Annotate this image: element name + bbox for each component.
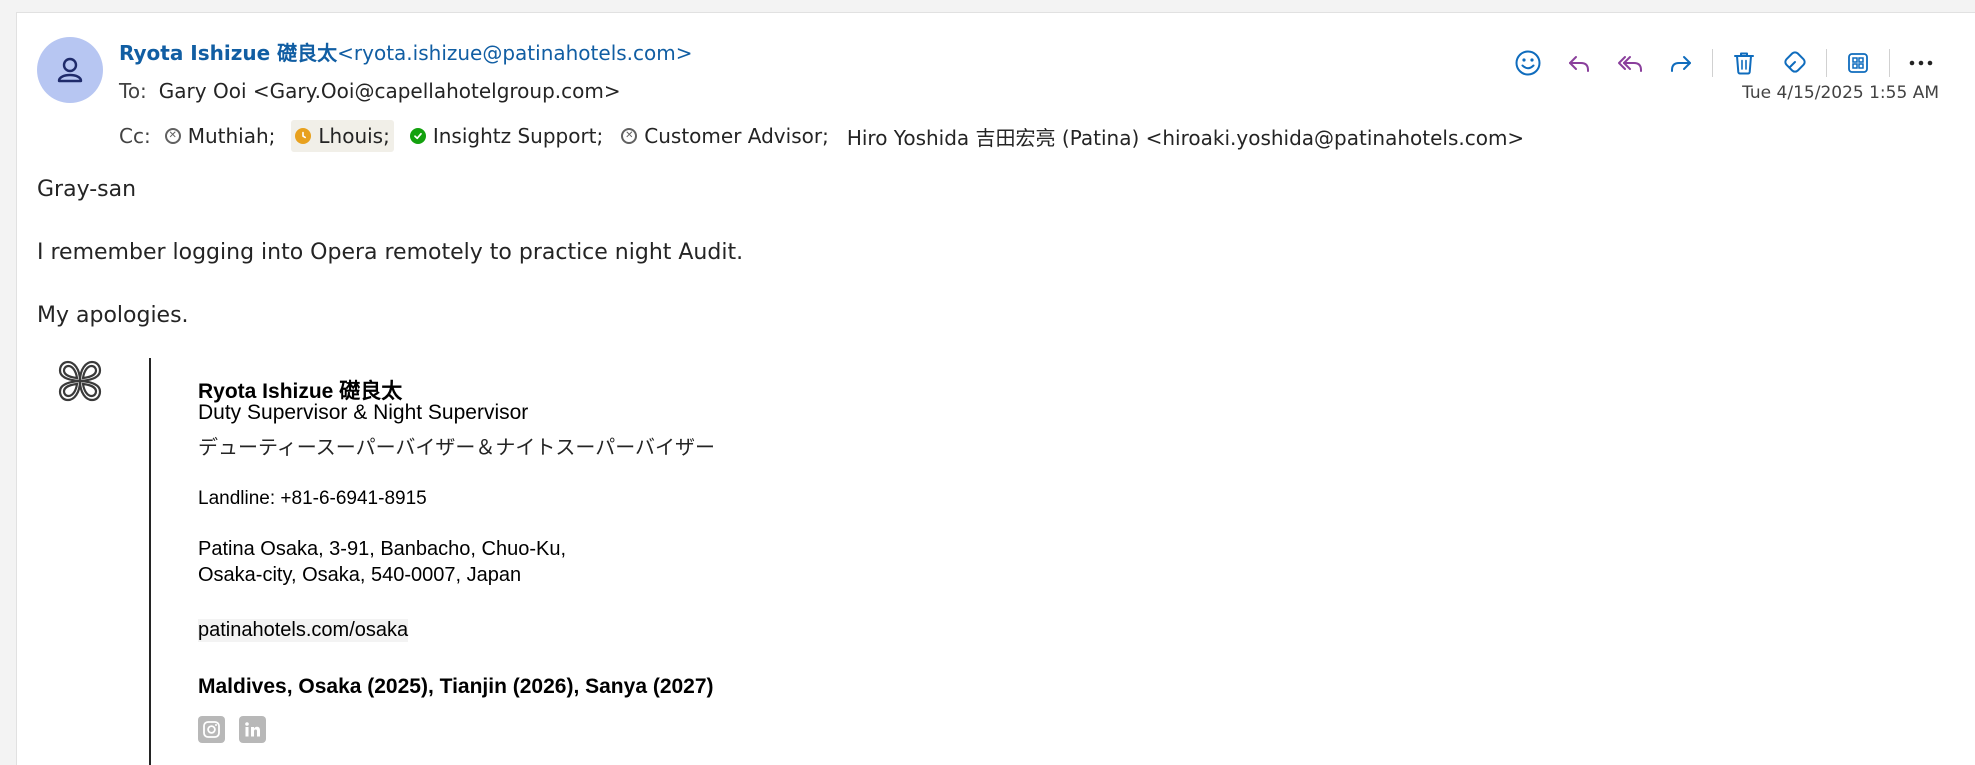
linkedin-link[interactable] [239,716,266,743]
body-greeting: Gray-san [37,177,137,202]
body-line: My apologies. [37,303,189,328]
forward-icon [1671,56,1691,72]
cc-recipient[interactable]: ✕ Customer Advisor; [619,120,831,152]
linkedin-icon [245,722,260,737]
signature-address-line2: Osaka-city, Osaka, 540-0007, Japan [198,564,522,586]
cc-label: Cc: [119,124,151,148]
presence-unknown-icon: ✕ [164,128,181,144]
presence-unknown-icon: ✕ [621,128,638,144]
toolbar-divider [1712,49,1713,77]
patina-logo [57,358,103,409]
reply-icon [1569,56,1589,72]
reply-all-icon [1618,56,1642,72]
signature-landline: Landline: +81-6-6941-8915 [198,488,427,509]
sensitivity-button[interactable] [1775,43,1815,83]
to-label: To: [119,79,147,103]
sender-avatar[interactable] [37,37,103,103]
cc-recipient[interactable]: Hiro Yoshida 吉田宏亮 (Patina) <hiroaki.yosh… [845,120,1526,152]
cc-recipient[interactable]: ✕ Muthiah; [163,120,278,152]
reply-button[interactable] [1559,43,1599,83]
signature-title: Duty Supervisor & Night Supervisor [198,401,529,424]
cc-recipient-name: Hiro Yoshida 吉田宏亮 (Patina) <hiroaki.yosh… [846,125,1525,150]
delete-icon [1734,52,1754,75]
cc-recipient-name: Muthiah; [187,124,276,148]
emoji-button[interactable] [1508,43,1548,83]
more-icon [1909,60,1933,66]
apps-icon [1848,53,1868,73]
presence-available-icon [409,128,426,144]
cc-recipient[interactable]: Lhouis; [291,120,394,152]
cc-recipient[interactable]: Insightz Support; [408,120,605,152]
sensitivity-icon [1784,51,1806,73]
delete-button[interactable] [1724,43,1764,83]
cc-recipient-name: Customer Advisor; [644,124,829,148]
to-recipient[interactable]: Gary Ooi <Gary.Ooi@capellahotelgroup.com… [159,79,621,103]
body-line: I remember logging into Opera remotely t… [37,240,744,265]
reading-pane: Ryota Ishizue 礎良太<ryota.ishizue@patinaho… [16,12,1975,765]
sender-name[interactable]: Ryota Ishizue 礎良太 [119,41,337,65]
message-toolbar [1497,43,1941,83]
signature-locations: Maldives, Osaka (2025), Tianjin (2026), … [198,675,714,698]
cc-line: Cc: ✕ Muthiah; Lhouis; Insightz Support;… [119,120,1540,152]
reply-all-button[interactable] [1610,43,1650,83]
signature-website-link[interactable]: patinahotels.com/osaka [198,619,409,642]
sender-line[interactable]: Ryota Ishizue 礎良太<ryota.ishizue@patinaho… [119,37,693,66]
signature-divider [149,358,151,765]
instagram-link[interactable] [198,716,225,743]
person-icon [57,57,83,83]
cc-recipient-name: Insightz Support; [432,124,604,148]
forward-button[interactable] [1661,43,1701,83]
presence-away-icon [295,128,312,144]
cc-recipient-name: Lhouis; [318,124,390,148]
emoji-icon [1515,50,1541,76]
toolbar-divider [1889,49,1890,77]
signature-address-line1: Patina Osaka, 3-91, Banbacho, Chuo-Ku, [198,538,567,560]
sender-email[interactable]: <ryota.ishizue@patinahotels.com> [337,41,692,65]
more-actions-button[interactable] [1901,43,1941,83]
instagram-icon [203,721,220,738]
to-line: To: Gary Ooi <Gary.Ooi@capellahotelgroup.… [119,79,621,103]
sent-timestamp: Tue 4/15/2025 1:55 AM [1742,83,1939,103]
toolbar-divider [1826,49,1827,77]
apps-button[interactable] [1838,43,1878,83]
signature-title-japanese: デューティースーパーバイザー＆ナイトスーパーバイザー [198,435,715,459]
